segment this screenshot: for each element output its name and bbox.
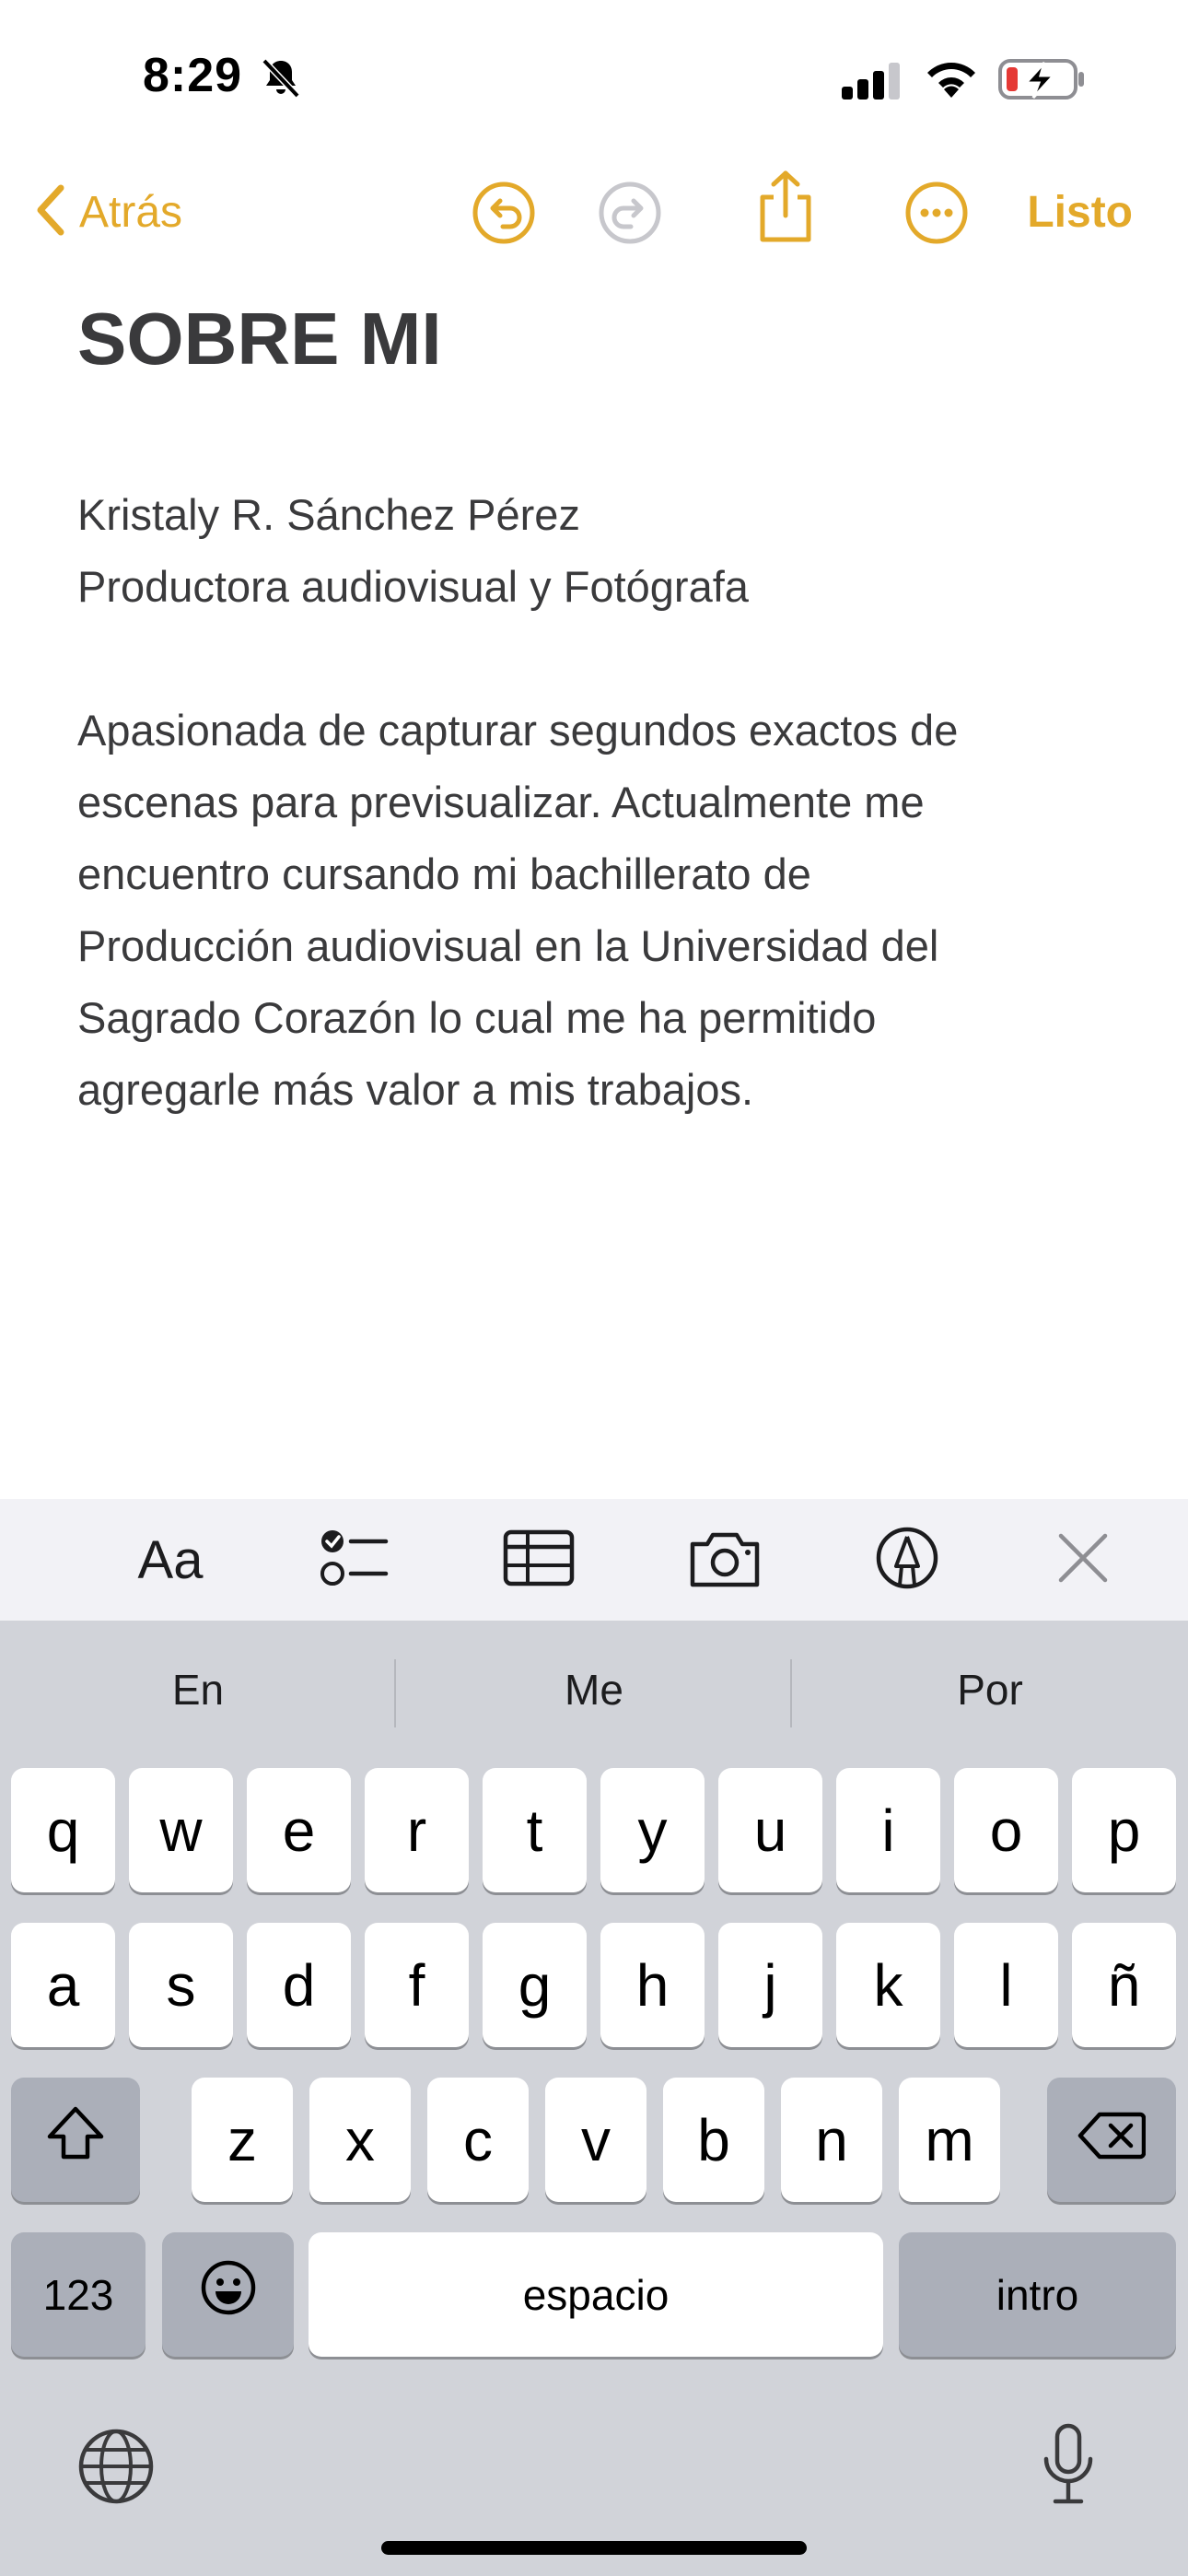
note-paragraph-line: escenas para previsualizar. Actualmente … bbox=[77, 778, 925, 826]
emoji-icon bbox=[200, 2259, 257, 2330]
emoji-key[interactable] bbox=[162, 2232, 294, 2357]
key-k[interactable]: k bbox=[836, 1923, 940, 2047]
key-t[interactable]: t bbox=[483, 1768, 587, 1892]
camera-button[interactable] bbox=[683, 1499, 766, 1621]
back-label: Atrás bbox=[79, 187, 183, 237]
key-n-tilde[interactable]: ñ bbox=[1072, 1923, 1176, 2047]
note-title[interactable]: SOBRE MI bbox=[77, 297, 442, 381]
key-e[interactable]: e bbox=[247, 1768, 351, 1892]
checklist-button[interactable] bbox=[313, 1499, 396, 1621]
key-g[interactable]: g bbox=[483, 1923, 587, 2047]
key-z[interactable]: z bbox=[192, 2078, 293, 2202]
key-n[interactable]: n bbox=[781, 2078, 882, 2202]
suggestion-item[interactable]: Me bbox=[396, 1621, 792, 1759]
predictive-bar: En Me Por bbox=[0, 1621, 1188, 1759]
note-author-role: Productora audiovisual y Fotógrafa bbox=[77, 562, 749, 611]
close-toolbar-button[interactable] bbox=[1046, 1499, 1120, 1621]
wifi-icon bbox=[924, 57, 979, 104]
redo-icon[interactable] bbox=[598, 181, 662, 250]
key-c[interactable]: c bbox=[427, 2078, 529, 2202]
key-u[interactable]: u bbox=[718, 1768, 822, 1892]
microphone-icon[interactable] bbox=[1039, 2422, 1098, 2512]
text-format-label: Aa bbox=[137, 1529, 204, 1590]
table-button[interactable] bbox=[497, 1499, 580, 1621]
home-indicator[interactable] bbox=[381, 2541, 807, 2555]
key-l[interactable]: l bbox=[954, 1923, 1058, 2047]
undo-icon[interactable] bbox=[472, 181, 536, 250]
globe-icon[interactable] bbox=[77, 2428, 155, 2510]
suggestion-item[interactable]: En bbox=[0, 1621, 396, 1759]
table-icon bbox=[503, 1529, 575, 1591]
numbers-key[interactable]: 123 bbox=[11, 2232, 146, 2357]
shift-key[interactable] bbox=[11, 2078, 140, 2202]
keyboard: En Me Por q w e r t y u i o p a s d f g … bbox=[0, 1621, 1188, 2576]
navigation-bar: Atrás Listo bbox=[0, 170, 1188, 250]
key-m[interactable]: m bbox=[899, 2078, 1000, 2202]
formatting-toolbar: Aa bbox=[0, 1499, 1188, 1621]
key-d[interactable]: d bbox=[247, 1923, 351, 2047]
key-f[interactable]: f bbox=[365, 1923, 469, 2047]
note-paragraph-line: Apasionada de capturar segundos exactos … bbox=[77, 706, 959, 755]
close-icon bbox=[1057, 1532, 1109, 1588]
key-w[interactable]: w bbox=[129, 1768, 233, 1892]
share-icon[interactable] bbox=[755, 170, 816, 248]
note-paragraph-line: Sagrado Corazón lo cual me ha permitido bbox=[77, 993, 877, 1042]
more-icon[interactable] bbox=[904, 181, 969, 250]
note-paragraph-line: Producción audiovisual en la Universidad… bbox=[77, 921, 939, 970]
return-key[interactable]: intro bbox=[899, 2232, 1176, 2357]
key-j[interactable]: j bbox=[718, 1923, 822, 2047]
key-v[interactable]: v bbox=[545, 2078, 646, 2202]
note-author-name: Kristaly R. Sánchez Pérez bbox=[77, 490, 580, 539]
suggestion-item[interactable]: Por bbox=[792, 1621, 1188, 1759]
key-y[interactable]: y bbox=[600, 1768, 705, 1892]
delete-key[interactable] bbox=[1047, 2078, 1176, 2202]
status-bar: 8:29 bbox=[0, 0, 1188, 157]
checklist-icon bbox=[320, 1528, 390, 1593]
key-i[interactable]: i bbox=[836, 1768, 940, 1892]
text-format-button[interactable]: Aa bbox=[120, 1499, 221, 1621]
key-b[interactable]: b bbox=[663, 2078, 764, 2202]
key-s[interactable]: s bbox=[129, 1923, 233, 2047]
camera-icon bbox=[687, 1528, 763, 1593]
markup-button[interactable] bbox=[866, 1499, 949, 1621]
key-a[interactable]: a bbox=[11, 1923, 115, 2047]
key-q[interactable]: q bbox=[11, 1768, 115, 1892]
note-paragraph-line: encuentro cursando mi bachillerato de bbox=[77, 849, 811, 898]
backspace-icon bbox=[1077, 2106, 1147, 2174]
markup-icon bbox=[875, 1526, 939, 1595]
cellular-signal-icon bbox=[840, 61, 904, 104]
key-p[interactable]: p bbox=[1072, 1768, 1176, 1892]
space-key[interactable]: espacio bbox=[309, 2232, 883, 2357]
battery-charging-icon bbox=[998, 57, 1087, 106]
key-r[interactable]: r bbox=[365, 1768, 469, 1892]
key-h[interactable]: h bbox=[600, 1923, 705, 2047]
silent-mode-icon bbox=[260, 57, 302, 104]
shift-icon bbox=[46, 2105, 105, 2174]
done-button[interactable]: Listo bbox=[1027, 175, 1133, 249]
note-paragraph-line: agregarle más valor a mis trabajos. bbox=[77, 1065, 754, 1114]
note-body[interactable]: Kristaly R. Sánchez Pérez Productora aud… bbox=[77, 479, 1127, 1126]
status-time: 8:29 bbox=[143, 49, 243, 102]
key-o[interactable]: o bbox=[954, 1768, 1058, 1892]
chevron-left-icon bbox=[33, 182, 66, 242]
key-x[interactable]: x bbox=[309, 2078, 411, 2202]
back-button[interactable]: Atrás bbox=[33, 175, 182, 249]
